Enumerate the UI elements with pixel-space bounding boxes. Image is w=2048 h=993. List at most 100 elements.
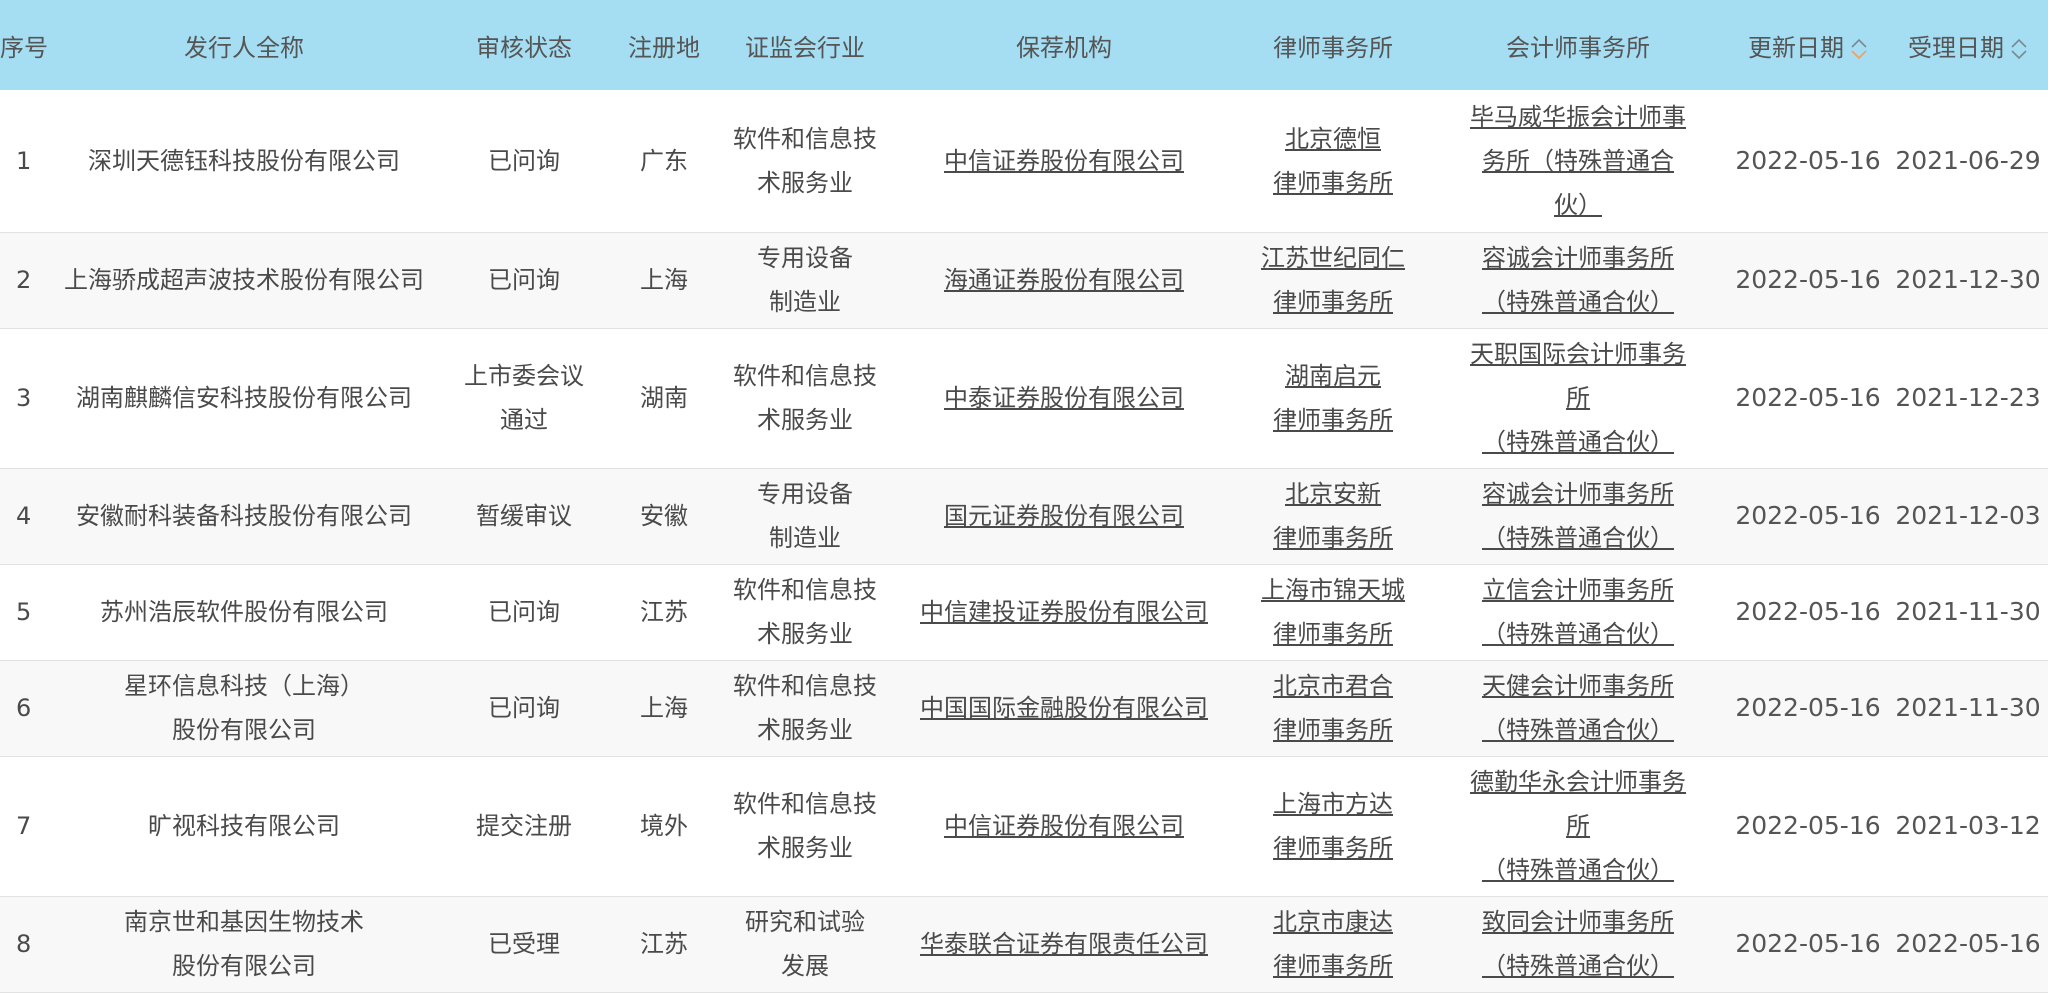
law-firm-cell: 上海市方达 律师事务所 [1238, 756, 1428, 897]
review-status-line: 已问询 [488, 694, 560, 722]
region: 境外 [608, 756, 720, 897]
law-firm-link-line[interactable]: 律师事务所 [1238, 161, 1428, 205]
accept-date: 2021-11-30 [1888, 564, 2048, 661]
accounting-firm-link-line[interactable]: （特殊普通合伙） [1428, 612, 1728, 656]
sponsor-link[interactable]: 中泰证券股份有限公司 [944, 384, 1184, 412]
update-date: 2022-05-16 [1728, 232, 1888, 329]
update-date-sorter[interactable] [1850, 37, 1868, 61]
law-firm-link-line[interactable]: 上海市锦天城 [1238, 568, 1428, 612]
review-status: 已问询 [440, 90, 608, 233]
law-firm-cell: 北京德恒 律师事务所 [1238, 90, 1428, 233]
issuer-name-line: 深圳天德钰科技股份有限公司 [88, 146, 400, 175]
industry-line: 专用设备 [757, 244, 853, 272]
col-header-status: 审核状态 [476, 33, 572, 62]
table-row: 8 南京世和基因生物技术 股份有限公司 已受理 江苏 研究和试验 发展 华泰联合证券有限责任公… [0, 896, 2048, 993]
region: 广东 [608, 90, 720, 233]
review-status-line: 通过 [500, 406, 548, 434]
issuer-name: 南京世和基因生物技术 股份有限公司 [48, 896, 440, 993]
issuer-name-line: 南京世和基因生物技术 [124, 908, 364, 936]
accounting-firm-link-line[interactable]: 德勤华永会计师事务 [1428, 760, 1728, 804]
law-firm-link-line[interactable]: 江苏世纪同仁 [1238, 236, 1428, 280]
sponsor-link[interactable]: 国元证券股份有限公司 [944, 502, 1184, 530]
law-firm-cell: 北京市君合 律师事务所 [1238, 660, 1428, 757]
accounting-firm-link-line[interactable]: 伙） [1428, 183, 1728, 227]
accounting-firm-link-line[interactable]: （特殊普通合伙） [1428, 944, 1728, 988]
review-status: 已问询 [440, 232, 608, 329]
law-firm-link-line[interactable]: 北京市康达 [1238, 900, 1428, 944]
industry: 软件和信息技 术服务业 [720, 756, 890, 897]
sponsor-link[interactable]: 中信证券股份有限公司 [944, 812, 1184, 840]
accounting-firm-link-line[interactable]: 毕马威华振会计师事 [1428, 95, 1728, 139]
sort-ascending-icon[interactable] [2010, 37, 2028, 49]
law-firm-link-line[interactable]: 北京德恒 [1238, 117, 1428, 161]
issuer-name: 深圳天德钰科技股份有限公司 [48, 90, 440, 233]
accounting-firm-link-line[interactable]: 容诚会计师事务所 [1428, 236, 1728, 280]
law-firm-link-line[interactable]: 律师事务所 [1238, 944, 1428, 988]
col-header-accept-date[interactable]: 受理日期 [1888, 0, 2048, 90]
accounting-firm-link-line[interactable]: 所 [1428, 376, 1728, 420]
accounting-firm-link-line[interactable]: 致同会计师事务所 [1428, 900, 1728, 944]
issuer-name: 安徽耐科装备科技股份有限公司 [48, 468, 440, 565]
accounting-firm-link-line[interactable]: （特殊普通合伙） [1428, 848, 1728, 892]
accept-date: 2021-03-12 [1888, 756, 2048, 897]
accounting-firm-cell: 容诚会计师事务所 （特殊普通合伙） [1428, 232, 1728, 329]
accounting-firm-link-line[interactable]: 务所（特殊普通合 [1428, 139, 1728, 183]
industry: 软件和信息技 术服务业 [720, 564, 890, 661]
accounting-firm-link-line[interactable]: 所 [1428, 804, 1728, 848]
row-seq: 8 [0, 896, 48, 993]
sponsor-link[interactable]: 华泰联合证券有限责任公司 [920, 930, 1208, 958]
law-firm-link-line[interactable]: 湖南启元 [1238, 354, 1428, 398]
industry-line: 发展 [781, 952, 829, 980]
accounting-firm-link-line[interactable]: 天健会计师事务所 [1428, 664, 1728, 708]
table-row: 3 湖南麒麟信安科技股份有限公司 上市委会议 通过 湖南 软件和信息技 术服务业 中泰证券股份… [0, 328, 2048, 469]
review-status: 暂缓审议 [440, 468, 608, 565]
accept-date-sorter[interactable] [2010, 37, 2028, 61]
law-firm-link-line[interactable]: 北京安新 [1238, 472, 1428, 516]
col-header-update-date[interactable]: 更新日期 [1728, 0, 1888, 90]
sponsor-link[interactable]: 中信建投证券股份有限公司 [920, 598, 1208, 626]
review-status-line: 上市委会议 [464, 362, 584, 390]
sponsor-cell: 中信建投证券股份有限公司 [890, 564, 1238, 661]
issuer-name-line: 湖南麒麟信安科技股份有限公司 [76, 384, 412, 412]
industry-line: 软件和信息技 [733, 672, 877, 700]
sponsor-link[interactable]: 海通证券股份有限公司 [944, 266, 1184, 294]
law-firm-link-line[interactable]: 律师事务所 [1238, 516, 1428, 560]
accounting-firm-link-line[interactable]: 立信会计师事务所 [1428, 568, 1728, 612]
review-status: 上市委会议 通过 [440, 328, 608, 469]
accept-date: 2021-06-29 [1888, 90, 2048, 233]
law-firm-link-line[interactable]: 北京市君合 [1238, 664, 1428, 708]
law-firm-link-line[interactable]: 律师事务所 [1238, 612, 1428, 656]
update-date: 2022-05-16 [1728, 468, 1888, 565]
accounting-firm-link-line[interactable]: （特殊普通合伙） [1428, 516, 1728, 560]
col-header-issuer: 发行人全称 [184, 33, 304, 62]
sponsor-link[interactable]: 中国国际金融股份有限公司 [920, 694, 1208, 722]
industry: 软件和信息技 术服务业 [720, 328, 890, 469]
sort-ascending-icon[interactable] [1850, 37, 1868, 49]
update-date-label: 更新日期 [1748, 33, 1844, 62]
law-firm-cell: 江苏世纪同仁 律师事务所 [1238, 232, 1428, 329]
law-firm-link-line[interactable]: 律师事务所 [1238, 398, 1428, 442]
issuer-name: 旷视科技有限公司 [48, 756, 440, 897]
issuer-name-line: 苏州浩辰软件股份有限公司 [100, 598, 388, 626]
law-firm-link-line[interactable]: 上海市方达 [1238, 782, 1428, 826]
industry-line: 术服务业 [757, 406, 853, 434]
review-status: 已问询 [440, 660, 608, 757]
accounting-firm-link-line[interactable]: 天职国际会计师事务 [1428, 332, 1728, 376]
accounting-firm-link-line[interactable]: （特殊普通合伙） [1428, 420, 1728, 464]
table-row: 6 星环信息科技（上海） 股份有限公司 已问询 上海 软件和信息技 术服务业 中国国际金融股份… [0, 660, 2048, 757]
law-firm-link-line[interactable]: 律师事务所 [1238, 280, 1428, 324]
accounting-firm-link-line[interactable]: 容诚会计师事务所 [1428, 472, 1728, 516]
issuer-name: 上海骄成超声波技术股份有限公司 [48, 232, 440, 329]
sort-descending-icon[interactable] [2010, 49, 2028, 61]
law-firm-link-line[interactable]: 律师事务所 [1238, 826, 1428, 870]
sort-descending-icon[interactable] [1850, 49, 1868, 61]
accept-date-label: 受理日期 [1908, 33, 2004, 62]
accounting-firm-cell: 德勤华永会计师事务所（特殊普通合伙） [1428, 756, 1728, 897]
law-firm-link-line[interactable]: 律师事务所 [1238, 708, 1428, 752]
sponsor-link[interactable]: 中信证券股份有限公司 [944, 147, 1184, 175]
review-status-line: 已问询 [488, 146, 560, 175]
table-row: 1 深圳天德钰科技股份有限公司 已问询 广东 软件和信息技 术服务业 中信证券股份有限公司 北… [0, 90, 2048, 233]
accounting-firm-link-line[interactable]: （特殊普通合伙） [1428, 280, 1728, 324]
law-firm-cell: 北京安新 律师事务所 [1238, 468, 1428, 565]
accounting-firm-link-line[interactable]: （特殊普通合伙） [1428, 708, 1728, 752]
